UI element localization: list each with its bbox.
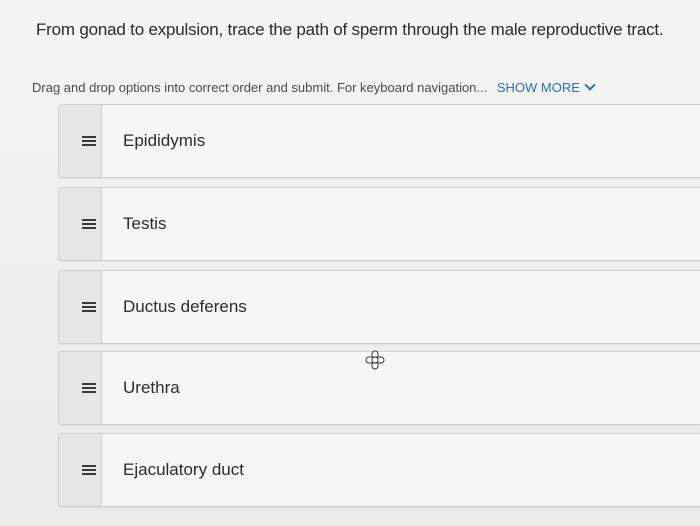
option-item-testis[interactable]: Testis xyxy=(58,187,700,261)
move-cursor-icon xyxy=(365,350,385,370)
instructions: Drag and drop options into correct order… xyxy=(32,79,596,95)
drag-handle-icon xyxy=(82,219,96,229)
option-label: Ejaculatory duct xyxy=(123,460,244,479)
instructions-text: Drag and drop options into correct order… xyxy=(32,80,488,95)
show-more-link[interactable]: SHOW MORE xyxy=(496,79,596,95)
drag-handle-icon xyxy=(82,465,96,475)
drag-handle-icon xyxy=(82,136,96,146)
option-label: Testis xyxy=(123,214,167,233)
drag-handle[interactable] xyxy=(59,105,102,177)
option-label: Urethra xyxy=(123,378,180,397)
option-item-ductus-deferens[interactable]: Ductus deferens xyxy=(58,270,700,344)
drag-handle[interactable] xyxy=(59,188,102,260)
drag-handle-icon xyxy=(82,302,96,312)
option-label: Epididymis xyxy=(123,131,206,150)
show-more-label: SHOW MORE xyxy=(496,80,580,95)
drag-handle[interactable] xyxy=(59,434,102,506)
chevron-down-icon xyxy=(584,79,596,91)
drag-handle-icon xyxy=(82,383,96,393)
question-text: From gonad to expulsion, trace the path … xyxy=(36,20,664,39)
option-label: Ductus deferens xyxy=(123,297,247,316)
drag-handle[interactable] xyxy=(59,271,102,343)
drag-handle[interactable] xyxy=(59,352,102,424)
option-item-epididymis[interactable]: Epididymis xyxy=(58,104,700,178)
option-item-ejaculatory-duct[interactable]: Ejaculatory duct xyxy=(58,433,700,507)
